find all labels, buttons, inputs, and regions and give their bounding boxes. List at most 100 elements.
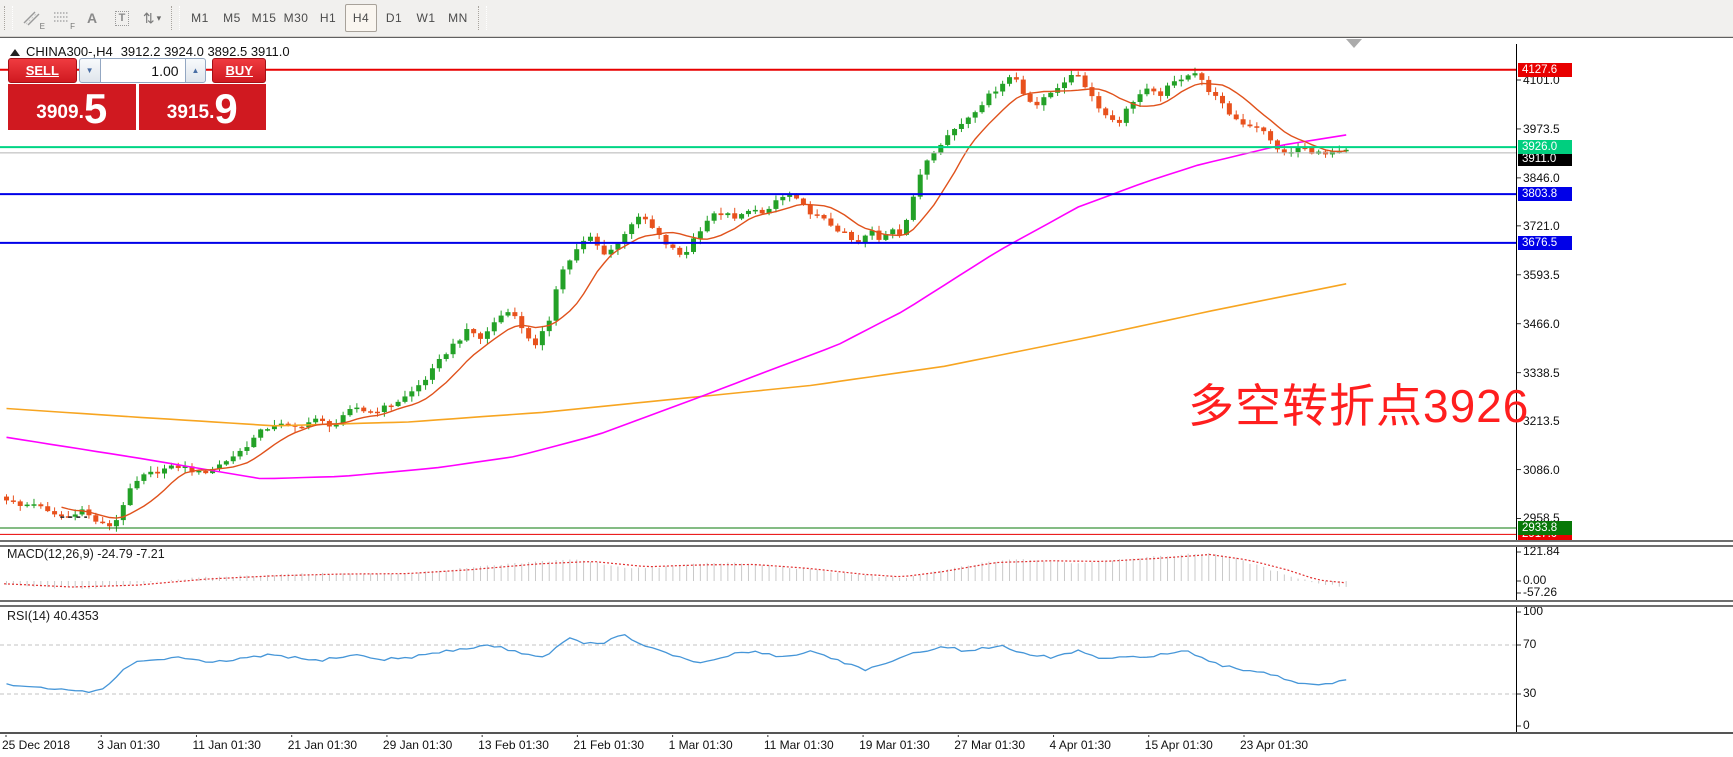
- timeframe-m5[interactable]: M5: [217, 5, 247, 31]
- volume-input[interactable]: [101, 58, 185, 83]
- tool-sub-label: F: [70, 22, 75, 31]
- candle-body: [526, 328, 531, 338]
- candle-body: [1172, 81, 1177, 85]
- candle-body: [135, 481, 140, 488]
- ohlc-values: 3912.2 3924.0 3892.5 3911.0: [121, 44, 290, 59]
- candle-body: [980, 105, 985, 112]
- candle-body: [73, 514, 78, 516]
- candle-body: [437, 359, 442, 368]
- timeframe-m30[interactable]: M30: [281, 5, 311, 31]
- timeframe-h4[interactable]: H4: [345, 4, 377, 32]
- candle-body: [409, 391, 414, 396]
- timeframe-d1[interactable]: D1: [379, 5, 409, 31]
- buy-button[interactable]: BUY: [212, 58, 266, 83]
- timeframe-h1[interactable]: H1: [313, 5, 343, 31]
- timeframe-mn[interactable]: MN: [443, 5, 473, 31]
- ma-fast-line: [62, 83, 1347, 518]
- candle-body: [849, 232, 854, 240]
- candle-body: [986, 94, 991, 106]
- sell-button[interactable]: SELL: [8, 58, 77, 83]
- candle-body: [643, 217, 648, 220]
- candle-body: [1220, 96, 1225, 103]
- candle-body: [59, 514, 64, 516]
- candle-body: [1234, 114, 1239, 119]
- candle-body: [107, 523, 112, 526]
- candle-body: [746, 211, 751, 214]
- ask-price[interactable]: 3915.9: [139, 84, 267, 130]
- candle-body: [464, 329, 469, 340]
- rsi-axis-0: 0: [1523, 719, 1530, 732]
- candle-body: [100, 522, 105, 524]
- candle-body: [787, 195, 792, 197]
- candle-body: [911, 197, 916, 220]
- candle-body: [320, 419, 325, 421]
- candle-body: [1083, 76, 1088, 88]
- timeframe-m15[interactable]: M15: [249, 5, 279, 31]
- candle-body: [416, 385, 421, 391]
- text-box-icon[interactable]: T: [108, 5, 136, 31]
- candle-body: [162, 468, 167, 473]
- candle-body: [1007, 77, 1012, 84]
- candle-body: [1144, 89, 1149, 95]
- candle-body: [835, 226, 840, 232]
- candle-body: [993, 92, 998, 94]
- candle-body: [1110, 115, 1115, 120]
- bid-price-main: 3909.: [36, 98, 84, 128]
- symbol-period-label: CHINA300-,H4: [26, 44, 113, 59]
- macd-label: MACD(12,26,9) -24.79 -7.21: [7, 547, 165, 561]
- equidistant-channel-icon[interactable]: E: [18, 5, 46, 31]
- candle-body: [808, 205, 813, 215]
- candle-body: [952, 129, 957, 135]
- candle-body: [478, 333, 483, 339]
- panel-divider[interactable]: [0, 600, 1733, 607]
- candle-body: [574, 249, 579, 260]
- arrows-glyph: ⇅: [143, 10, 155, 27]
- candle-body: [945, 135, 950, 145]
- candle-body: [519, 316, 524, 328]
- candle-body: [38, 504, 43, 506]
- candle-body: [1206, 80, 1211, 92]
- arrow-styles-icon[interactable]: ⇅ ▾: [138, 5, 166, 31]
- candle-body: [1158, 91, 1163, 96]
- candle-body: [540, 331, 545, 345]
- candle-body: [11, 500, 16, 502]
- candle-body: [670, 244, 675, 247]
- candle-body: [780, 197, 785, 200]
- candle-body: [45, 506, 50, 511]
- bid-price[interactable]: 3909.5: [8, 84, 136, 130]
- candle-body: [650, 219, 655, 228]
- collapse-panel-icon[interactable]: [10, 49, 20, 56]
- timeframe-w1[interactable]: W1: [411, 5, 441, 31]
- candle-body: [389, 406, 394, 408]
- candle-body: [258, 429, 263, 437]
- candle-body: [1000, 84, 1005, 92]
- candle-body: [815, 214, 820, 216]
- candle-body: [1138, 94, 1143, 102]
- volume-decrease-button[interactable]: ▼: [79, 58, 101, 83]
- timeframe-m1[interactable]: M1: [185, 5, 215, 31]
- text-label-icon[interactable]: A: [78, 5, 106, 31]
- candle-body: [368, 411, 373, 413]
- candle-body: [348, 409, 353, 415]
- candle-body: [499, 316, 504, 323]
- rsi-axis-30: 30: [1523, 687, 1536, 700]
- chevron-up-icon: ▲: [192, 66, 200, 75]
- fibonacci-retracement-icon[interactable]: F: [48, 5, 76, 31]
- candle-body: [1193, 73, 1198, 75]
- toolbar-grip[interactable]: [478, 6, 487, 30]
- toolbar-grip[interactable]: [4, 6, 13, 30]
- volume-increase-button[interactable]: ▲: [185, 58, 207, 83]
- toolbar-grip[interactable]: [171, 6, 180, 30]
- candle-body: [595, 237, 600, 246]
- candle-body: [602, 246, 607, 255]
- candle-body: [244, 447, 249, 451]
- candle-body: [925, 160, 930, 174]
- text-box-glyph: T: [115, 11, 130, 26]
- candle-body: [1268, 131, 1273, 140]
- macd-axis-min: -57.26: [1523, 586, 1557, 599]
- candle-body: [1241, 119, 1246, 124]
- panel-divider[interactable]: [0, 540, 1733, 547]
- candle-body: [842, 231, 847, 233]
- candle-body: [457, 340, 462, 343]
- candle-body: [148, 472, 153, 475]
